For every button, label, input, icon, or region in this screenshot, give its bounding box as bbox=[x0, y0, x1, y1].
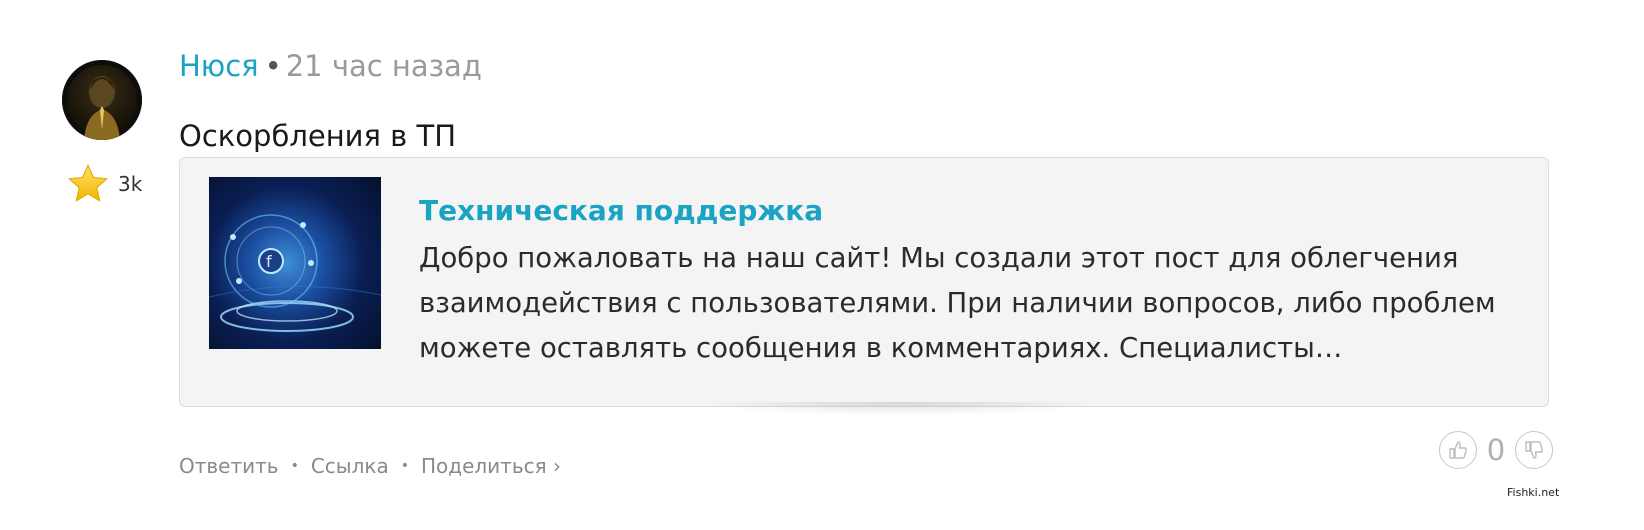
link-preview-card[interactable]: f Техническая поддержка Добро пожаловать… bbox=[179, 157, 1549, 407]
vote-widget: 0 bbox=[1439, 430, 1553, 470]
card-title[interactable]: Техническая поддержка bbox=[419, 192, 823, 230]
action-separator: • bbox=[290, 458, 299, 474]
reply-link[interactable]: Ответить bbox=[179, 452, 279, 480]
thumbs-down-icon bbox=[1525, 441, 1543, 459]
avatar[interactable] bbox=[62, 60, 142, 140]
timestamp: 21 час назад bbox=[285, 49, 482, 83]
site-watermark: Fishki.net bbox=[1507, 486, 1560, 499]
meta-separator: • bbox=[264, 49, 282, 83]
comment-meta: Нюся • 21 час назад bbox=[179, 46, 482, 86]
downvote-button[interactable] bbox=[1515, 431, 1553, 469]
star-icon bbox=[68, 164, 108, 202]
share-link[interactable]: Поделиться › bbox=[421, 452, 561, 480]
card-description: Добро пожаловать на наш сайт! Мы создали… bbox=[419, 242, 1496, 364]
vote-score: 0 bbox=[1486, 433, 1506, 467]
author-name[interactable]: Нюся bbox=[179, 49, 259, 83]
user-rating: 3k bbox=[66, 162, 142, 206]
comment-text: Оскорбления в ТП bbox=[179, 119, 457, 153]
permalink-link[interactable]: Ссылка bbox=[311, 452, 389, 480]
card-shadow bbox=[700, 402, 1100, 416]
upvote-button[interactable] bbox=[1439, 431, 1477, 469]
preview-thumbnail: f bbox=[209, 177, 381, 349]
comment-actions: Ответить • Ссылка • Поделиться › bbox=[179, 452, 561, 480]
action-separator: • bbox=[400, 458, 409, 474]
rating-count: 3k bbox=[118, 172, 143, 196]
svg-text:f: f bbox=[266, 252, 272, 271]
thumbs-up-icon bbox=[1449, 441, 1467, 459]
